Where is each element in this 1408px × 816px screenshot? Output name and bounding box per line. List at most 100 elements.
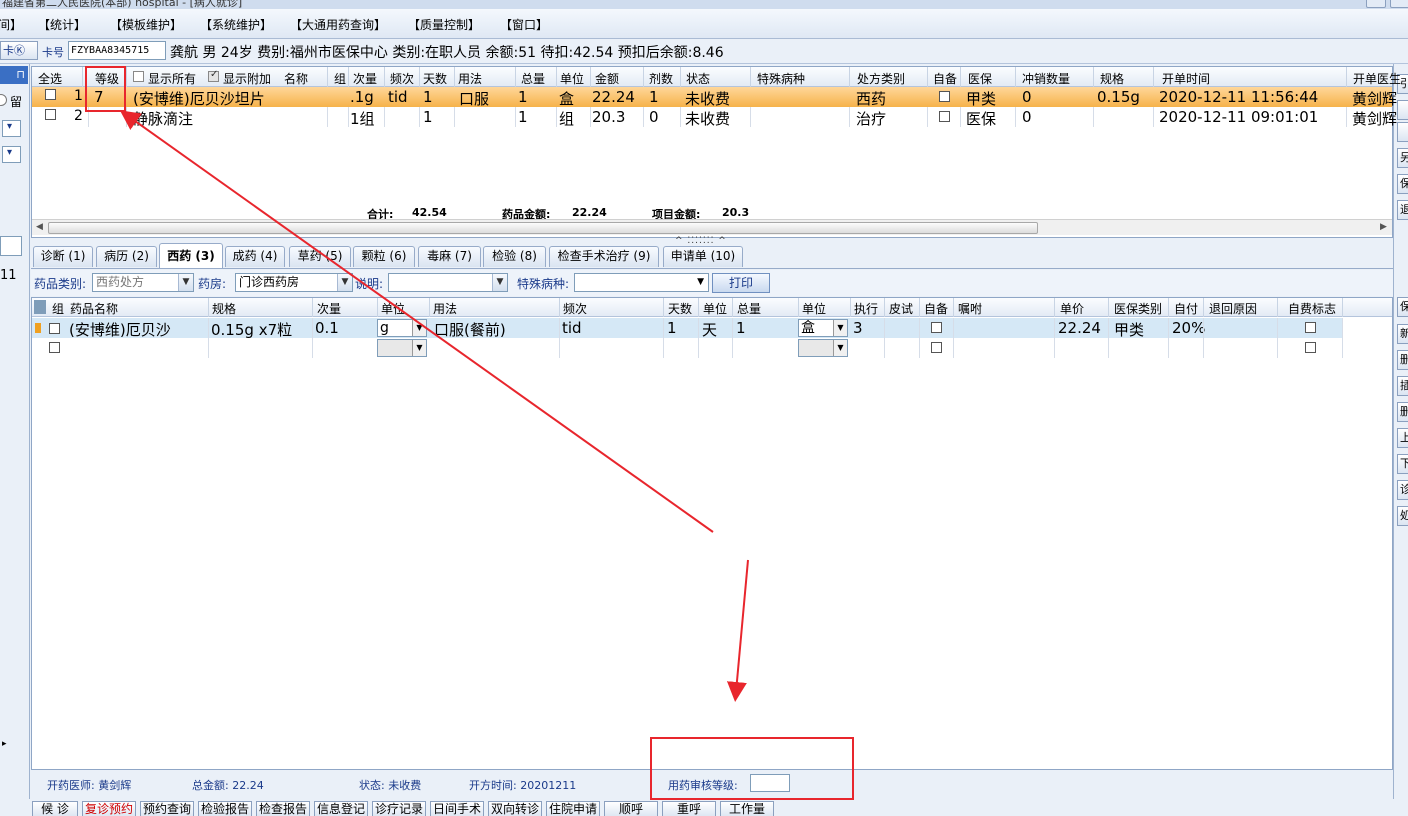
tab-request-form[interactable]: 申请单 (10) xyxy=(663,246,743,267)
workload-button[interactable]: 工作量 xyxy=(720,801,774,816)
tab-patent-medicine[interactable]: 成药 (4) xyxy=(225,246,285,267)
order-row[interactable]: 2 静脉滴注 1组 1 1 组 20.3 0 未收费 治疗 医保 0 2020-… xyxy=(32,107,1397,128)
rx-self-prep-checkbox[interactable] xyxy=(931,342,942,353)
menu-item-template[interactable]: 【模板维护】 xyxy=(110,16,182,33)
row-group-checkbox[interactable] xyxy=(49,342,60,353)
order-row[interactable]: 1 7 (安博维)厄贝沙坦片 .1g tid 1 口服 1 盒 22.24 1 … xyxy=(32,87,1397,108)
drug-type-select[interactable]: 西药处方 ▼ xyxy=(92,273,194,292)
col-rx-type[interactable]: 处方类别 xyxy=(857,70,905,87)
pin-icon[interactable]: ⊓ xyxy=(0,66,28,84)
tab-herbal[interactable]: 草药 (5) xyxy=(289,246,351,267)
col-dose[interactable]: 次量 xyxy=(317,300,341,317)
print-button[interactable]: 打印 xyxy=(712,273,770,293)
col-dose-unit[interactable]: 单位 xyxy=(381,300,405,317)
col-qty-unit[interactable]: 单位 xyxy=(802,300,826,317)
tab-exam-surgery[interactable]: 检查手术治疗 (9) xyxy=(549,246,659,267)
menu-item-quality[interactable]: 【质量控制】 xyxy=(408,16,480,33)
col-usage[interactable]: 用法 xyxy=(458,70,482,87)
tab-medical-record[interactable]: 病历 (2) xyxy=(96,246,157,267)
lab-report-button[interactable]: 检验报告 xyxy=(198,801,252,816)
col-freq[interactable]: 频次 xyxy=(390,70,414,87)
col-self-pay-flag[interactable]: 自费标志 xyxy=(1288,300,1336,317)
col-spec[interactable]: 规格 xyxy=(1100,70,1124,87)
col-day-unit[interactable]: 单位 xyxy=(703,300,727,317)
booking-query-button[interactable]: 预约查询 xyxy=(140,801,194,816)
row-group-checkbox[interactable] xyxy=(49,323,60,334)
scroll-thumb[interactable] xyxy=(48,222,1038,234)
menu-item-stats[interactable]: 【统计】 xyxy=(38,16,86,33)
col-amount[interactable]: 金额 xyxy=(595,70,619,87)
call-next-button[interactable]: 顺呼 xyxy=(604,801,658,816)
col-refund-reason[interactable]: 退回原因 xyxy=(1209,300,1257,317)
col-group[interactable]: 组 xyxy=(52,300,64,317)
left-dropdown-2[interactable] xyxy=(2,146,21,163)
col-exec[interactable]: 执行 xyxy=(854,300,878,317)
card-number-input[interactable]: FZYBAA8345715 xyxy=(68,41,166,60)
minimize-button[interactable] xyxy=(1366,0,1386,8)
col-offset[interactable]: 冲销数量 xyxy=(1022,70,1070,87)
row-checkbox[interactable] xyxy=(45,109,56,120)
right-button-8[interactable]: 新 xyxy=(1397,324,1408,344)
col-drug-name[interactable]: 药品名称 xyxy=(70,300,118,317)
row-checkbox[interactable] xyxy=(45,89,56,100)
right-button-11[interactable]: 删 xyxy=(1397,402,1408,422)
col-days[interactable]: 天数 xyxy=(423,70,447,87)
tab-narcotic[interactable]: 毒麻 (7) xyxy=(418,246,481,267)
col-price[interactable]: 单价 xyxy=(1060,300,1084,317)
col-status[interactable]: 状态 xyxy=(686,70,710,87)
read-card-button[interactable]: 卡Ⓚ xyxy=(0,41,38,60)
rx-dose-unit-select[interactable]: ▼ xyxy=(377,339,427,357)
right-button-3[interactable] xyxy=(1397,122,1408,142)
rx-qty-unit-select[interactable]: ▼ xyxy=(798,339,848,357)
recall-button[interactable]: 重呼 xyxy=(662,801,716,816)
admission-request-button[interactable]: 住院申请 xyxy=(546,801,600,816)
right-button-13[interactable]: 下 xyxy=(1397,454,1408,474)
orders-hscrollbar[interactable]: ◀ ▶ xyxy=(32,219,1392,235)
col-self-prep[interactable]: 自备 xyxy=(924,300,948,317)
col-usage[interactable]: 用法 xyxy=(433,300,457,317)
exam-report-button[interactable]: 检查报告 xyxy=(256,801,310,816)
left-radio[interactable] xyxy=(0,94,7,106)
col-doctor[interactable]: 开单医生 xyxy=(1353,70,1401,87)
rx-row[interactable]: (安博维)厄贝沙 0.15g x7粒 0.1 g ▼ 口服(餐前) tid 1 … xyxy=(32,318,1342,339)
right-button-4[interactable]: 另 xyxy=(1397,148,1408,168)
scroll-right-icon[interactable]: ▶ xyxy=(1380,222,1387,232)
tab-granule[interactable]: 颗粒 (6) xyxy=(353,246,415,267)
right-button-2[interactable] xyxy=(1397,100,1408,120)
rx-self-pay-flag-checkbox[interactable] xyxy=(1305,342,1316,353)
rx-dose-unit-select[interactable]: g ▼ xyxy=(377,319,427,337)
pharmacy-select[interactable]: 门诊西药房 ▼ xyxy=(235,273,353,292)
rx-qty-unit-select[interactable]: 盒 ▼ xyxy=(798,319,848,337)
col-select-all[interactable]: 全选 xyxy=(38,70,62,87)
right-button-14[interactable]: 诊 xyxy=(1397,480,1408,500)
col-group[interactable]: 组 xyxy=(334,70,346,87)
right-button-15[interactable]: 処 xyxy=(1397,506,1408,526)
col-special[interactable]: 特殊病种 xyxy=(757,70,805,87)
col-spec[interactable]: 规格 xyxy=(212,300,236,317)
show-attached-checkbox[interactable] xyxy=(208,69,219,82)
col-insurance-type[interactable]: 医保类别 xyxy=(1114,300,1162,317)
col-time[interactable]: 开单时间 xyxy=(1162,70,1210,87)
note-select[interactable]: ▼ xyxy=(388,273,508,292)
waiting-button[interactable]: 候 诊 xyxy=(32,801,78,816)
right-button-9[interactable]: 删 xyxy=(1397,350,1408,370)
day-surgery-button[interactable]: 日间手术 xyxy=(430,801,484,816)
row-self-prep-checkbox[interactable] xyxy=(939,111,950,122)
col-qty[interactable]: 总量 xyxy=(737,300,761,317)
menu-item-drug-query[interactable]: 【大通用药查询】 xyxy=(290,16,386,33)
menu-item-partial[interactable]: 间】 xyxy=(0,16,22,33)
menu-item-system[interactable]: 【系统维护】 xyxy=(200,16,272,33)
left-dropdown-1[interactable] xyxy=(2,120,21,137)
scroll-right-icon[interactable]: ▸ xyxy=(2,739,7,749)
rx-self-prep-checkbox[interactable] xyxy=(931,322,942,333)
col-freq[interactable]: 频次 xyxy=(563,300,587,317)
rx-self-pay-flag-checkbox[interactable] xyxy=(1305,322,1316,333)
right-button-5[interactable]: 保 xyxy=(1397,174,1408,194)
visit-records-button[interactable]: 诊疗记录 xyxy=(372,801,426,816)
col-days[interactable]: 天数 xyxy=(668,300,692,317)
col-insurance[interactable]: 医保 xyxy=(968,70,992,87)
scroll-left-icon[interactable]: ◀ xyxy=(36,222,43,232)
right-button-10[interactable]: 插 xyxy=(1397,376,1408,396)
tab-western-medicine[interactable]: 西药 (3) xyxy=(159,243,223,268)
tab-lab[interactable]: 检验 (8) xyxy=(483,246,546,267)
